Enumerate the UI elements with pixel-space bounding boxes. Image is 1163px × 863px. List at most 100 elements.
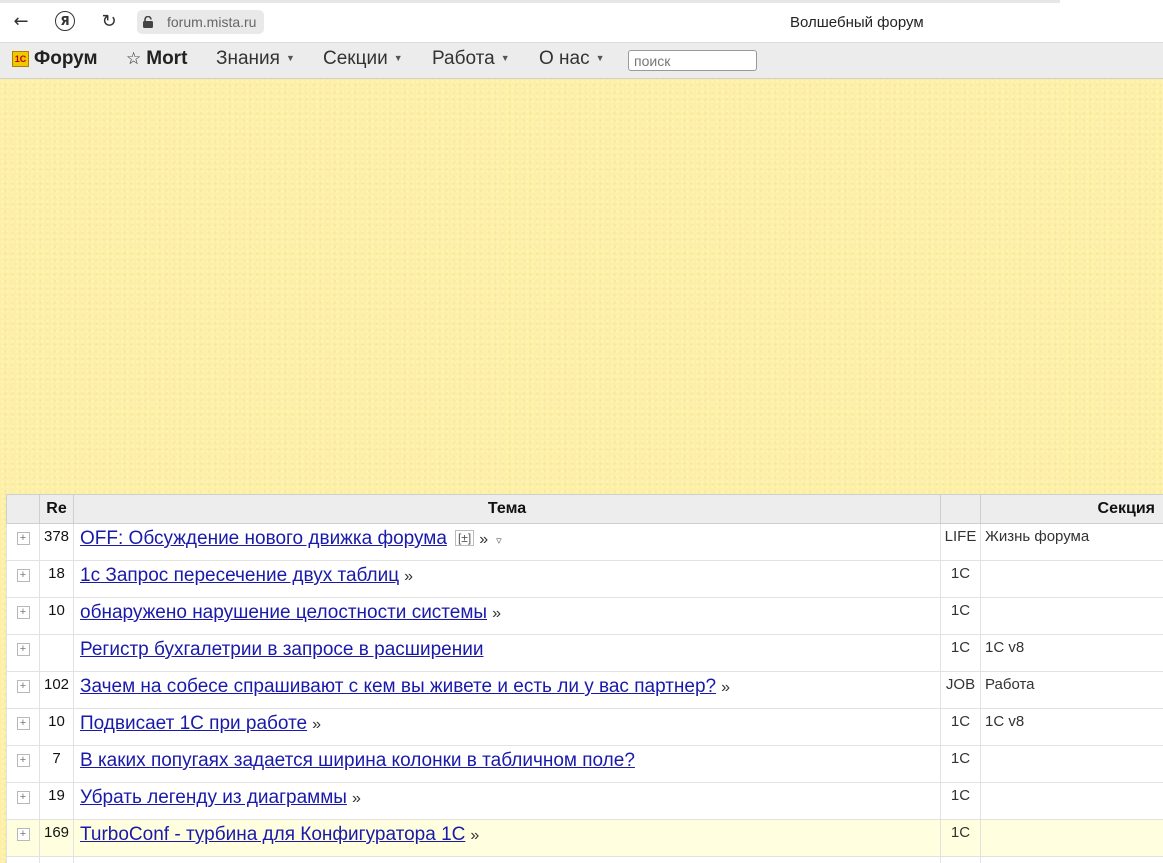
yandex-logo-icon[interactable]: Я bbox=[54, 10, 76, 32]
expand-toggle[interactable]: [±] bbox=[454, 530, 475, 546]
reply-count: 7 bbox=[39, 745, 74, 783]
topics-table: Re Тема Секция +378 OFF: Обсуждение новог… bbox=[6, 494, 1163, 863]
menu-forum[interactable]: Форум bbox=[34, 48, 98, 70]
section-name: 1C v8 bbox=[980, 634, 1163, 672]
tab-strip-line bbox=[0, 0, 1060, 3]
reply-count: 10 bbox=[39, 708, 74, 746]
topic-cell: OFF: Обсуждение нового движка форума [±]»… bbox=[73, 523, 941, 561]
expand-plus-icon[interactable]: + bbox=[16, 717, 30, 730]
menu-work-label: Работа bbox=[432, 48, 495, 69]
section-name: Работа bbox=[980, 671, 1163, 709]
topic-link[interactable]: Убрать легенду из диаграммы bbox=[80, 787, 347, 808]
section-name bbox=[980, 597, 1163, 635]
expand-plus-icon[interactable]: + bbox=[16, 606, 30, 619]
topic-cell: Зачем на собесе спрашивают с кем вы живе… bbox=[73, 671, 941, 709]
caret-down-icon: ▼ bbox=[500, 53, 510, 63]
topic-link[interactable]: В каких попугаях задается ширина колонки… bbox=[80, 750, 635, 771]
last-page-link[interactable]: » bbox=[492, 605, 501, 622]
triangle-down-icon[interactable]: ▿ bbox=[496, 534, 502, 547]
menu-work[interactable]: Работа ▼ bbox=[432, 48, 510, 70]
section-code: 1C bbox=[940, 782, 981, 820]
row-expand-cell: + bbox=[6, 597, 40, 635]
address-bar[interactable]: forum.mista.ru bbox=[159, 10, 265, 34]
expand-plus-icon[interactable]: + bbox=[16, 828, 30, 841]
topic-link[interactable]: TurboConf - турбина для Конфигуратора 1С bbox=[80, 824, 465, 845]
table-row: +169 TurboConf - турбина для Конфигуратор… bbox=[6, 819, 1163, 857]
section-code: 1C bbox=[940, 745, 981, 783]
section-code: LIFE bbox=[940, 523, 981, 561]
menu-user-mort[interactable]: ☆ Mort bbox=[126, 48, 187, 70]
section-code: 1C bbox=[940, 708, 981, 746]
header-topic[interactable]: Тема bbox=[73, 494, 941, 524]
topic-link[interactable]: обнаружено нарушение целостности системы bbox=[80, 602, 487, 623]
reply-count: 18 bbox=[39, 560, 74, 598]
topic-cell: Регистр бухгалетрии в запросе в расширен… bbox=[73, 634, 941, 672]
search-input[interactable] bbox=[628, 50, 757, 71]
row-expand-cell: + bbox=[6, 560, 40, 598]
menu-knowledge[interactable]: Знания ▼ bbox=[216, 48, 295, 70]
last-page-link[interactable]: » bbox=[404, 568, 413, 585]
topic-cell bbox=[73, 856, 941, 863]
section-code: 1C bbox=[940, 634, 981, 672]
reply-count: 169 bbox=[39, 819, 74, 857]
row-expand-cell: + bbox=[6, 634, 40, 672]
expand-plus-icon[interactable]: + bbox=[16, 754, 30, 767]
yandex-letter: Я bbox=[55, 11, 75, 31]
table-row: +7 В каких попугаях задается ширина колон… bbox=[6, 745, 1163, 783]
expand-plus-icon[interactable]: + bbox=[16, 680, 30, 693]
topic-cell: Подвисает 1С при работе » bbox=[73, 708, 941, 746]
menu-user-label: Mort bbox=[146, 48, 188, 69]
section-name: Жизнь форума bbox=[980, 523, 1163, 561]
star-icon: ☆ bbox=[126, 49, 142, 69]
lock-icon[interactable] bbox=[137, 10, 159, 34]
reply-count: 10 bbox=[39, 597, 74, 635]
reply-count: 19 bbox=[39, 782, 74, 820]
topic-link[interactable]: Подвисает 1С при работе bbox=[80, 713, 307, 734]
last-page-link[interactable]: » bbox=[312, 716, 321, 733]
topic-link[interactable]: Зачем на собесе спрашивают с кем вы живе… bbox=[80, 676, 716, 697]
topic-cell: обнаружено нарушение целостности системы… bbox=[73, 597, 941, 635]
section-name bbox=[980, 819, 1163, 857]
topic-link[interactable]: OFF: Обсуждение нового движка форума bbox=[80, 528, 447, 549]
section-name bbox=[980, 745, 1163, 783]
menu-sections-label: Секции bbox=[323, 48, 388, 69]
menu-about[interactable]: О нас ▼ bbox=[539, 48, 605, 70]
row-expand-cell: + bbox=[6, 671, 40, 709]
page-tab-title: Волшебный форум bbox=[790, 14, 924, 31]
reply-count bbox=[39, 856, 74, 863]
section-name bbox=[980, 856, 1163, 863]
reply-count: 378 bbox=[39, 523, 74, 561]
row-expand-cell: + bbox=[6, 782, 40, 820]
last-page-link[interactable]: » bbox=[721, 679, 730, 696]
row-expand-cell: + bbox=[6, 745, 40, 783]
expand-plus-icon[interactable]: + bbox=[16, 643, 30, 656]
section-code: 1C bbox=[940, 560, 981, 598]
section-code bbox=[940, 856, 981, 863]
table-header-row: Re Тема Секция bbox=[6, 494, 1163, 524]
caret-down-icon: ▼ bbox=[595, 53, 605, 63]
topic-cell: В каких попугаях задается ширина колонки… bbox=[73, 745, 941, 783]
reload-icon[interactable]: ↻ bbox=[98, 10, 120, 32]
header-expand bbox=[6, 494, 40, 524]
menu-sections[interactable]: Секции ▼ bbox=[323, 48, 403, 70]
last-page-link[interactable]: » bbox=[470, 827, 479, 844]
table-row: +102 Зачем на собесе спрашивают с кем вы … bbox=[6, 671, 1163, 709]
last-page-link[interactable]: » bbox=[479, 531, 488, 548]
forum-logo-icon[interactable]: 1С bbox=[12, 51, 29, 67]
topic-link[interactable]: 1с Запрос пересечение двух таблиц bbox=[80, 565, 399, 586]
menu-about-label: О нас bbox=[539, 48, 590, 69]
topic-link[interactable]: Регистр бухгалетрии в запросе в расширен… bbox=[80, 639, 483, 660]
reply-count: 102 bbox=[39, 671, 74, 709]
back-arrow-icon[interactable]: ← bbox=[10, 10, 32, 32]
header-re[interactable]: Re bbox=[39, 494, 74, 524]
row-expand-cell: + bbox=[6, 856, 40, 863]
table-row: + Регистр бухгалетрии в запросе в расшире… bbox=[6, 634, 1163, 672]
header-section[interactable]: Секция bbox=[980, 494, 1163, 524]
expand-plus-icon[interactable]: + bbox=[16, 532, 30, 545]
expand-plus-icon[interactable]: + bbox=[16, 569, 30, 582]
table-row: +18 1с Запрос пересечение двух таблиц » 1C bbox=[6, 560, 1163, 598]
expand-plus-icon[interactable]: + bbox=[16, 791, 30, 804]
section-name bbox=[980, 782, 1163, 820]
header-code bbox=[940, 494, 981, 524]
last-page-link[interactable]: » bbox=[352, 790, 361, 807]
